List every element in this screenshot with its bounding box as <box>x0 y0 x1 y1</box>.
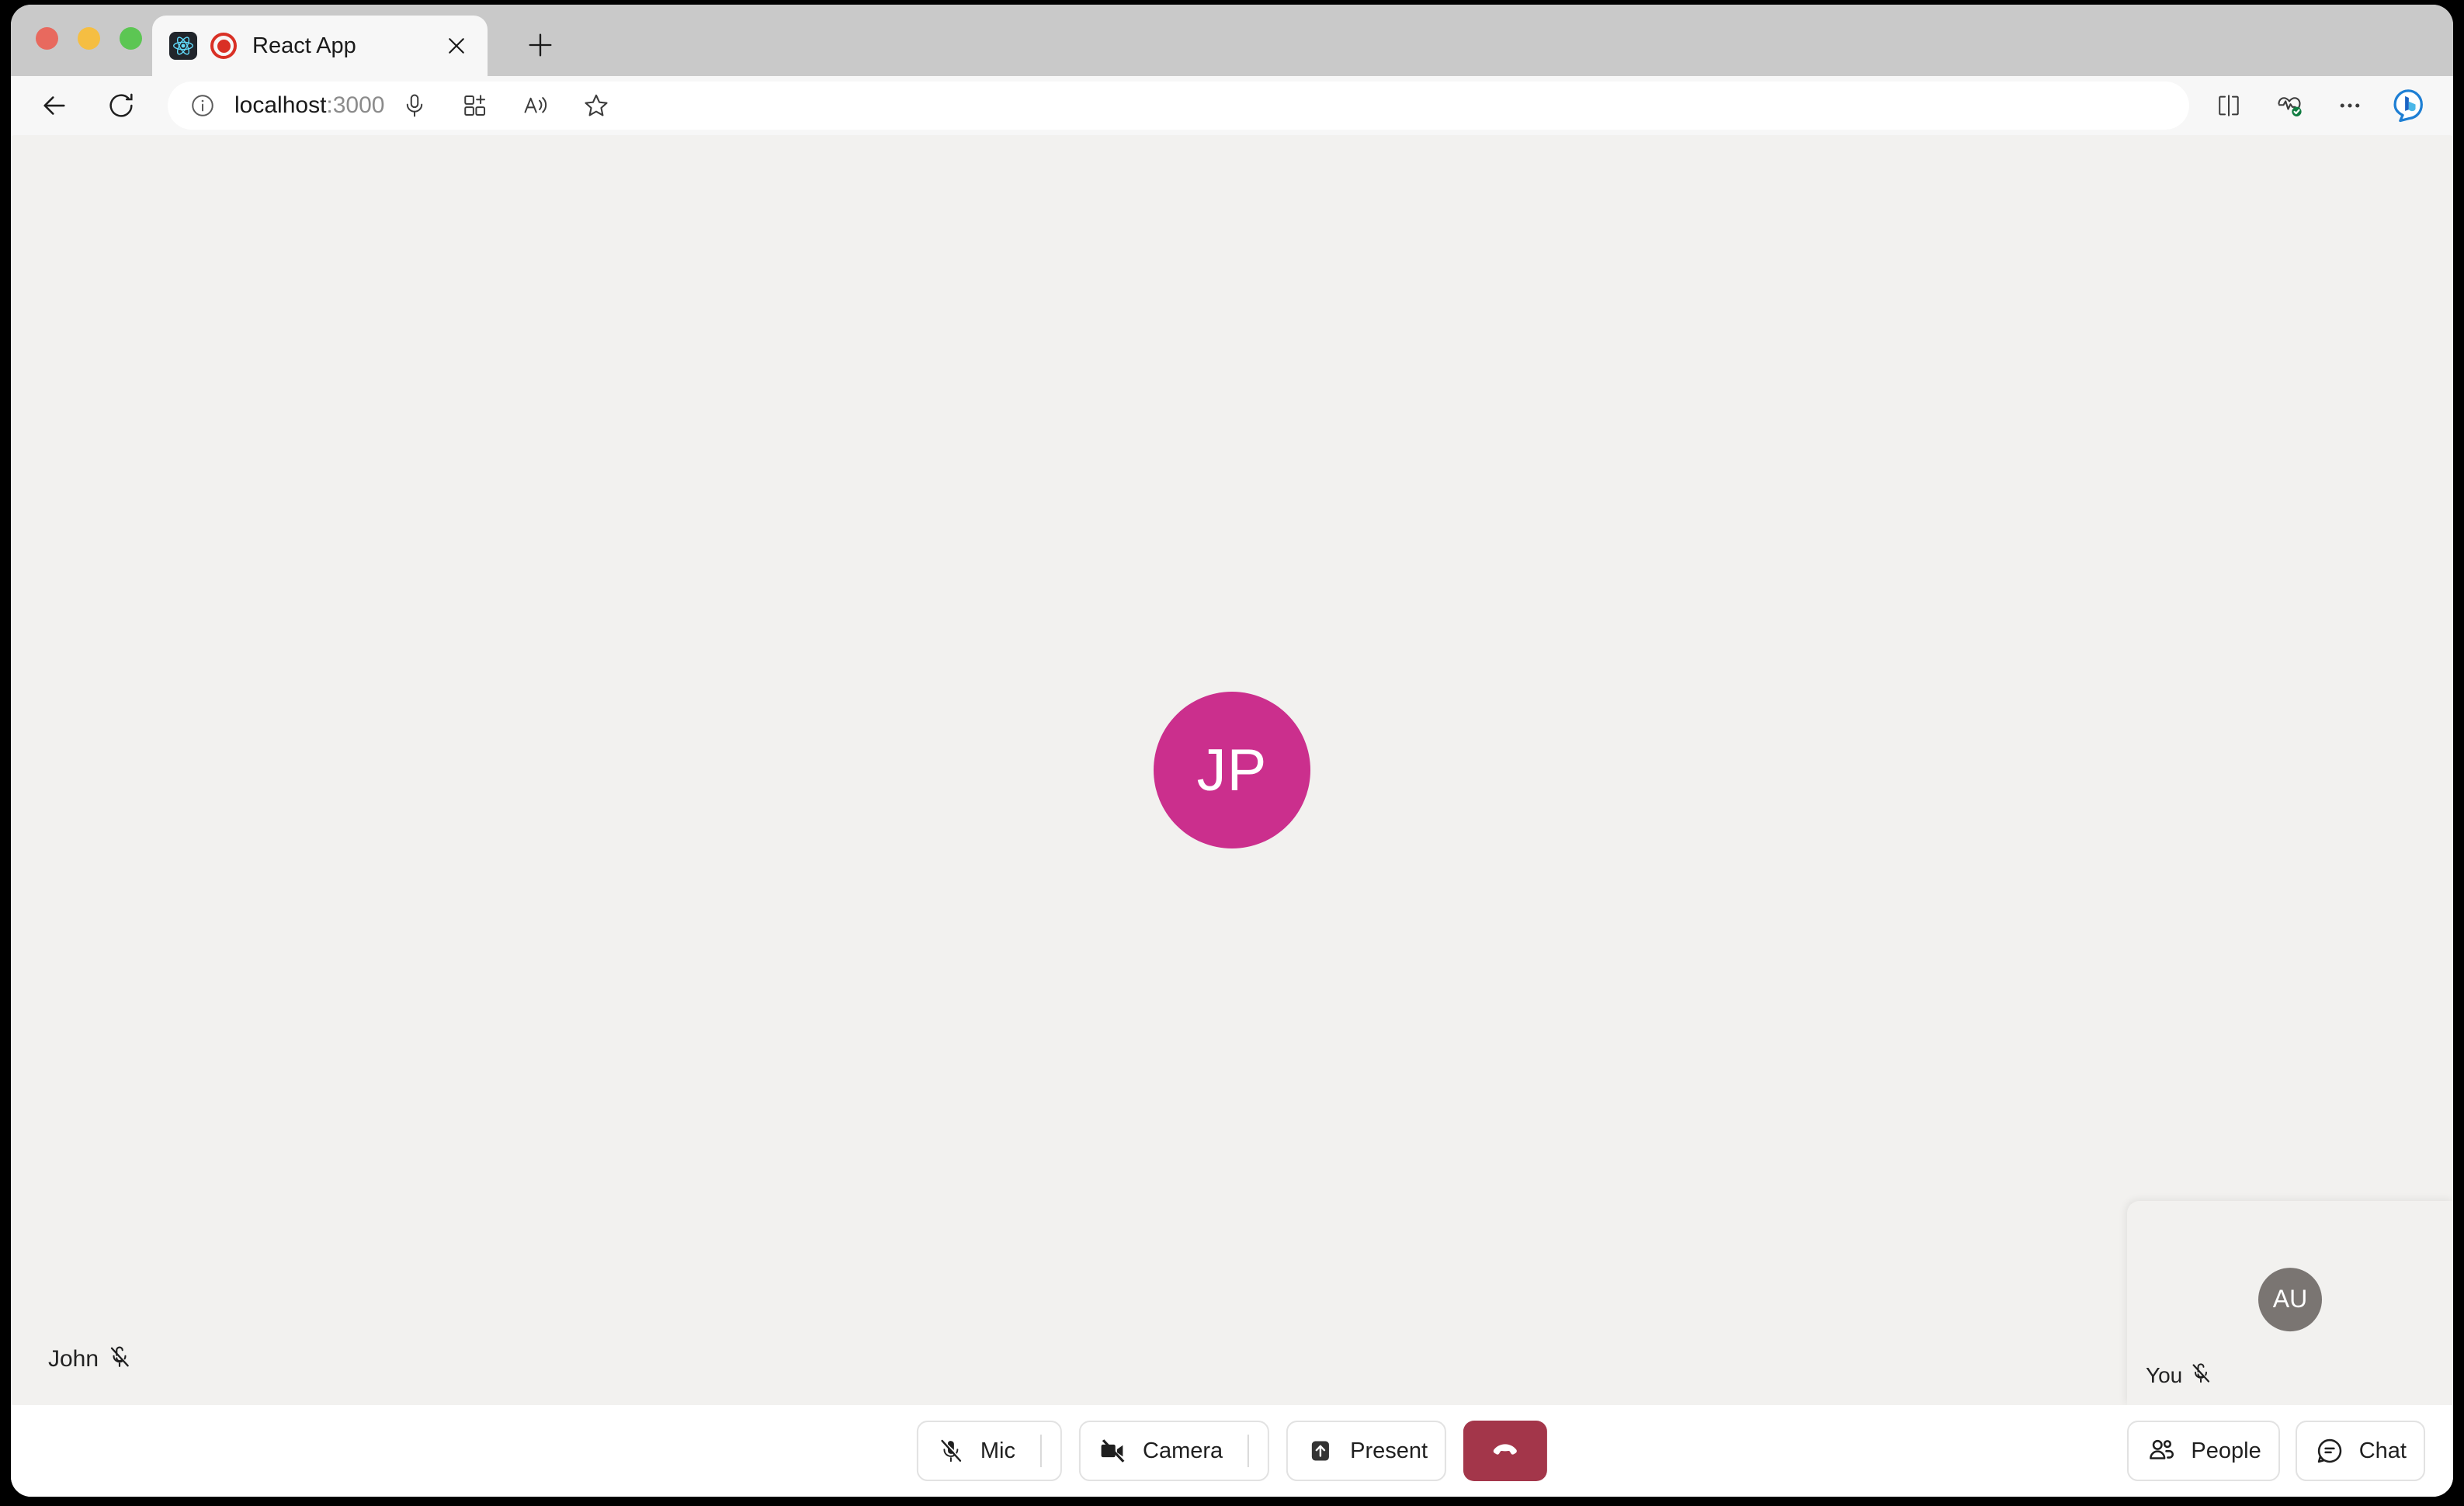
meeting-stage: JP John <box>11 135 2453 1405</box>
back-arrow-icon[interactable] <box>29 81 79 130</box>
camera-button[interactable]: Camera <box>1079 1421 1270 1481</box>
browser-tab-react-app[interactable]: React App <box>152 16 488 76</box>
mic-off-icon <box>935 1435 967 1466</box>
people-label: People <box>2191 1438 2261 1463</box>
browser-window: React App localhost:3000 JP John AU You … <box>11 5 2453 1497</box>
mic-menu-divider[interactable] <box>1040 1435 1042 1467</box>
present-label: Present <box>1350 1438 1428 1463</box>
info-circle-icon[interactable] <box>189 92 216 119</box>
main-participant-nameplate: John <box>48 1345 131 1372</box>
present-button[interactable]: Present <box>1286 1421 1447 1481</box>
copilot-bing-icon[interactable] <box>2386 84 2430 127</box>
more-options-icon[interactable] <box>2320 81 2380 130</box>
chat-label: Chat <box>2358 1438 2407 1463</box>
react-logo-icon <box>169 32 197 60</box>
people-icon <box>2146 1435 2177 1466</box>
close-icon[interactable] <box>439 29 474 63</box>
camera-label: Camera <box>1143 1438 1223 1463</box>
self-name: You <box>2146 1362 2183 1387</box>
main-participant-name: John <box>48 1345 99 1372</box>
toolbar-actions <box>2199 81 2453 130</box>
omnibox-actions <box>384 82 640 130</box>
minimize-window-button[interactable] <box>78 27 100 50</box>
mic-button[interactable]: Mic <box>916 1421 1062 1481</box>
chat-bubble-icon <box>2314 1435 2345 1466</box>
url-port: :3000 <box>326 92 385 118</box>
secondary-controls: People Chat <box>2127 1421 2425 1481</box>
favorites-star-icon[interactable] <box>566 82 626 130</box>
page-content: JP John AU You Mic Camera Present People… <box>11 135 2453 1497</box>
url-host: localhost <box>234 92 327 118</box>
close-window-button[interactable] <box>36 27 58 50</box>
tab-strip: React App <box>11 5 2453 76</box>
tab-title: React App <box>252 33 356 58</box>
window-controls <box>36 27 142 50</box>
record-dot-icon <box>210 33 237 59</box>
address-bar[interactable]: localhost:3000 <box>168 82 2189 130</box>
hangup-phone-icon <box>1488 1432 1522 1470</box>
address-bar-row: localhost:3000 <box>11 76 2453 135</box>
mic-off-icon <box>2190 1362 2212 1388</box>
meeting-control-bar: Mic Camera Present People Chat <box>11 1405 2453 1497</box>
browser-essentials-icon[interactable] <box>2259 81 2320 130</box>
mic-off-icon <box>108 1345 131 1372</box>
microphone-icon[interactable] <box>384 82 445 130</box>
url-text: localhost:3000 <box>234 92 384 119</box>
self-view-tile[interactable]: AU You <box>2127 1201 2453 1405</box>
collections-add-icon[interactable] <box>445 82 505 130</box>
hangup-button[interactable] <box>1463 1421 1548 1481</box>
split-screen-icon[interactable] <box>2199 81 2259 130</box>
self-initials: AU <box>2272 1285 2308 1313</box>
reload-icon[interactable] <box>96 81 146 130</box>
self-nameplate: You <box>2146 1362 2212 1388</box>
read-aloud-icon[interactable] <box>505 82 566 130</box>
new-tab-button[interactable] <box>517 22 564 68</box>
camera-menu-divider[interactable] <box>1248 1435 1250 1467</box>
camera-off-icon <box>1098 1435 1129 1466</box>
self-avatar: AU <box>2258 1267 2322 1331</box>
primary-controls: Mic Camera Present <box>916 1421 1548 1481</box>
share-screen-icon <box>1305 1435 1336 1466</box>
chat-button[interactable]: Chat <box>2295 1421 2425 1481</box>
people-button[interactable]: People <box>2127 1421 2280 1481</box>
main-participant-initials: JP <box>1196 737 1268 803</box>
maximize-window-button[interactable] <box>120 27 142 50</box>
mic-label: Mic <box>980 1438 1015 1463</box>
main-participant-avatar: JP <box>1154 692 1310 848</box>
